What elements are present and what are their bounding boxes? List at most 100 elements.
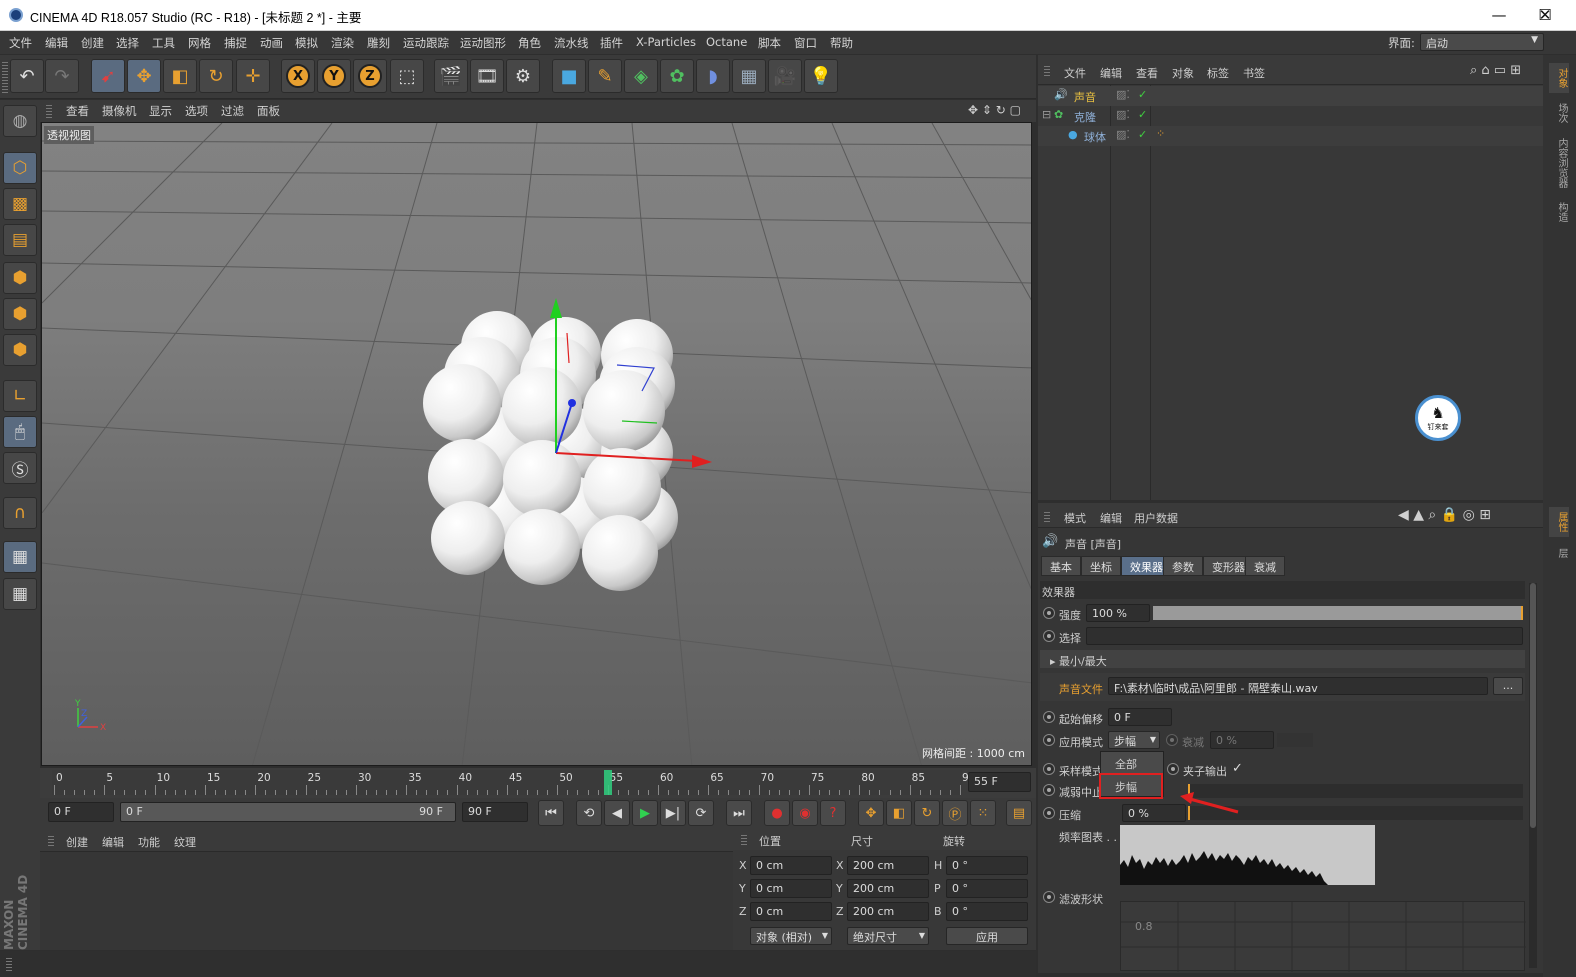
- om-menu-object[interactable]: 对象: [1172, 65, 1194, 81]
- key-scale-icon[interactable]: ◧: [886, 800, 912, 826]
- texture-mode-icon[interactable]: ▩: [3, 188, 37, 220]
- rotate-icon[interactable]: ↻: [199, 59, 233, 93]
- coordinate-system-icon[interactable]: ⬚: [390, 59, 424, 93]
- close-button[interactable]: ✕: [1522, 4, 1568, 26]
- end-frame-field[interactable]: 90 F: [462, 802, 528, 822]
- key-pla-icon[interactable]: ⁙: [970, 800, 996, 826]
- undo-icon[interactable]: ↶: [10, 59, 44, 93]
- falloff-field[interactable]: 0 %: [1210, 731, 1274, 749]
- pen-spline-icon[interactable]: ✎: [588, 59, 622, 93]
- enabled-check-icon[interactable]: ✓: [1138, 108, 1147, 121]
- autokey-icon[interactable]: ◉: [792, 800, 818, 826]
- menu-option-all[interactable]: 全部: [1115, 756, 1137, 772]
- current-frame-field[interactable]: 55 F: [968, 772, 1031, 792]
- layout-dropdown[interactable]: 启动 ▼: [1420, 33, 1544, 51]
- deformer-icon[interactable]: ◗: [696, 59, 730, 93]
- vp-menu-options[interactable]: 选项: [185, 103, 208, 119]
- lock-workplane-icon[interactable]: ▦: [3, 541, 37, 573]
- dock-tab-objects[interactable]: 对象: [1549, 63, 1569, 93]
- pos-x-field[interactable]: 0 cm: [750, 856, 832, 875]
- pos-y-field[interactable]: 0 cm: [750, 879, 832, 898]
- strength-slider[interactable]: [1153, 606, 1523, 620]
- goto-end-icon[interactable]: ⏭: [726, 800, 752, 826]
- tab-coord[interactable]: 坐标: [1081, 556, 1121, 576]
- dock-tab-content-browser[interactable]: 内容浏览器: [1549, 133, 1569, 193]
- vp-menu-camera[interactable]: 摄像机: [102, 103, 137, 119]
- decay-radio[interactable]: [1043, 784, 1055, 796]
- menu-mesh[interactable]: 网格: [188, 35, 211, 51]
- edges-mode-icon[interactable]: ⬢: [3, 298, 37, 330]
- menu-create[interactable]: 创建: [81, 35, 104, 51]
- expand-icon[interactable]: ⊟: [1042, 108, 1051, 121]
- om-menu-view[interactable]: 查看: [1136, 65, 1158, 81]
- menu-tools[interactable]: 工具: [152, 35, 175, 51]
- size-y-field[interactable]: 200 cm: [847, 879, 929, 898]
- vp-menu-view[interactable]: 查看: [66, 103, 89, 119]
- minmax-group[interactable]: [1040, 650, 1525, 668]
- render-settings-icon[interactable]: ⚙: [506, 59, 540, 93]
- render-view-icon[interactable]: 🎬: [434, 59, 468, 93]
- playhead[interactable]: [603, 770, 612, 795]
- select-arrow-icon[interactable]: ➹: [91, 59, 125, 93]
- object-row[interactable]: 🔊 声音 ▨⁚ ✓: [1038, 86, 1543, 106]
- falloff-slider[interactable]: [1277, 733, 1313, 747]
- key-param-icon[interactable]: Ⓟ: [942, 800, 968, 826]
- am-menu-mode[interactable]: 模式: [1064, 510, 1086, 526]
- tab-parameter[interactable]: 参数: [1163, 556, 1203, 576]
- strength-field[interactable]: 100 %: [1086, 604, 1150, 622]
- object-name[interactable]: 球体: [1084, 129, 1106, 145]
- om-menu-tag[interactable]: 标签: [1207, 65, 1229, 81]
- rot-h-field[interactable]: 0 °: [946, 856, 1028, 875]
- timeline[interactable]: 051015202530354045505560657075808590 55 …: [40, 768, 1036, 798]
- scale-icon[interactable]: ◧: [163, 59, 197, 93]
- clamp-output-checkbox[interactable]: ✓: [1232, 761, 1243, 776]
- next-frame-icon[interactable]: ▶|: [660, 800, 686, 826]
- goto-start-icon[interactable]: ⏮: [538, 800, 564, 826]
- menu-sculpt[interactable]: 雕刻: [367, 35, 390, 51]
- viewport-nav-icons[interactable]: ✥ ⇕ ↻ ▢: [968, 103, 1021, 117]
- phong-tag-icon[interactable]: ⁘: [1156, 127, 1165, 140]
- apply-button[interactable]: 应用: [946, 927, 1028, 945]
- selection-anim-radio[interactable]: [1043, 630, 1055, 642]
- key-rotation-icon[interactable]: ↻: [914, 800, 940, 826]
- polygons-mode-icon[interactable]: ⬢: [3, 334, 37, 366]
- sound-file-field[interactable]: F:\素材\临时\成品\阿里郎 - 隔壁泰山.wav: [1108, 677, 1488, 695]
- start-offset-field[interactable]: 0 F: [1108, 708, 1172, 726]
- timeline-ruler[interactable]: 051015202530354045505560657075808590: [52, 770, 975, 795]
- compress-radio[interactable]: [1043, 807, 1055, 819]
- cube-primitive-icon[interactable]: ■: [552, 59, 586, 93]
- tweak-mode-icon[interactable]: 🖱: [3, 416, 37, 448]
- mat-menu-function[interactable]: 功能: [138, 834, 160, 850]
- object-row[interactable]: ● 球体 ▨⁚ ✓ ⁘: [1038, 126, 1543, 146]
- rot-p-field[interactable]: 0 °: [946, 879, 1028, 898]
- menu-pipeline[interactable]: 流水线: [554, 35, 589, 51]
- dock-tab-structure[interactable]: 构造: [1549, 199, 1569, 225]
- next-key-icon[interactable]: ⟳: [688, 800, 714, 826]
- menu-help[interactable]: 帮助: [830, 35, 853, 51]
- render-picture-viewer-icon[interactable]: 🎞: [470, 59, 504, 93]
- am-nav-icons[interactable]: ◀ ▲ ⌕ 🔒 ◎ ⊞: [1398, 507, 1491, 523]
- points-mode-icon[interactable]: ⬢: [3, 262, 37, 294]
- tab-falloff[interactable]: 衰减: [1245, 556, 1285, 576]
- menu-script[interactable]: 脚本: [758, 35, 781, 51]
- menu-character[interactable]: 角色: [518, 35, 541, 51]
- vp-menu-filter[interactable]: 过滤: [221, 103, 244, 119]
- planar-workplane-icon[interactable]: ▦: [3, 578, 37, 610]
- x-axis-lock-icon[interactable]: X: [281, 59, 315, 93]
- attr-scrollbar[interactable]: [1529, 583, 1537, 968]
- workplane-mode-icon[interactable]: ▤: [3, 224, 37, 256]
- enabled-check-icon[interactable]: ✓: [1138, 128, 1147, 141]
- frame-range-slider[interactable]: 0 F 90 F: [120, 802, 456, 822]
- key-position-icon[interactable]: ✥: [858, 800, 884, 826]
- subdivision-icon[interactable]: ◈: [624, 59, 658, 93]
- cloner-icon[interactable]: ✿: [660, 59, 694, 93]
- menu-motion-tracking[interactable]: 运动跟踪: [403, 35, 449, 51]
- tab-basic[interactable]: 基本: [1041, 556, 1081, 576]
- vp-menu-display[interactable]: 显示: [149, 103, 172, 119]
- axis-mode-icon[interactable]: ∟: [3, 380, 37, 412]
- object-name[interactable]: 声音: [1074, 89, 1096, 105]
- object-row[interactable]: ⊟ ✿ 克隆 ▨⁚ ✓: [1038, 106, 1543, 126]
- timeline-window-icon[interactable]: ▤: [1006, 800, 1032, 826]
- enabled-check-icon[interactable]: ✓: [1138, 88, 1147, 101]
- attr-scrollbar-thumb[interactable]: [1530, 583, 1536, 828]
